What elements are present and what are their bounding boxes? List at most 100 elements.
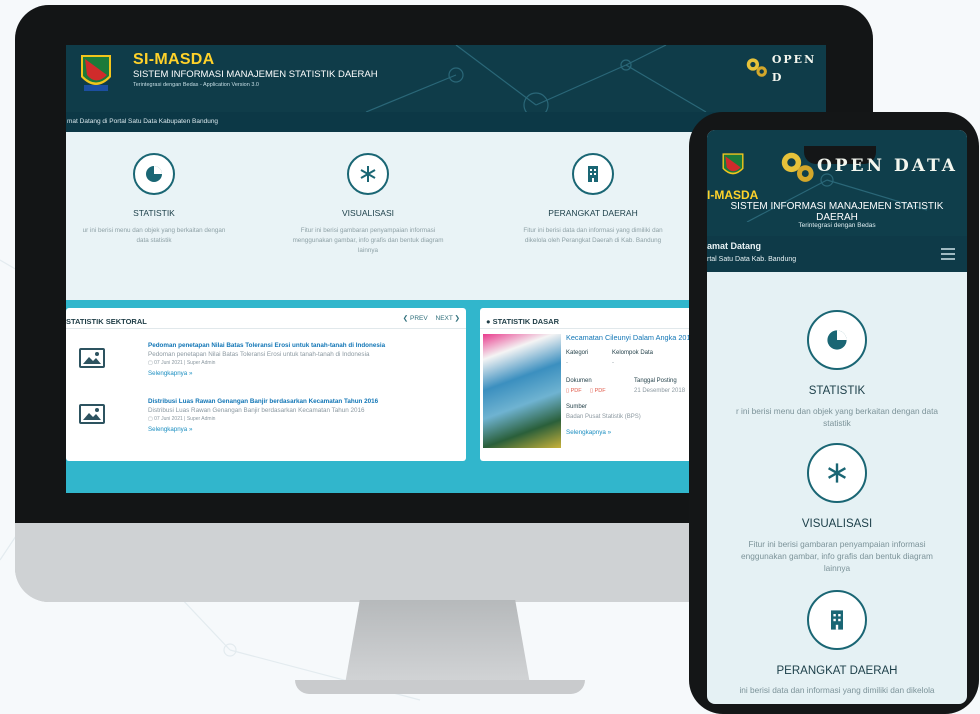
image-placeholder-icon [79, 404, 105, 424]
pdf-label: PDF [570, 388, 582, 394]
feature-description: r ini berisi menu dan objek yang berkait… [707, 405, 967, 429]
feature-description-line: enggunakan gambar, info grafis dan bentu… [741, 551, 933, 561]
mobile-screen: OPEN DATA I-MASDA SISTEM INFORMASI MANAJ… [707, 130, 967, 704]
feature-description: Fitur ini berisi data dan informasi yang… [493, 226, 693, 246]
feature-description-line: Fitur ini berisi data dan informasi yang… [523, 227, 663, 234]
sumber-value: Badan Pusat Statistik (BPS) [566, 414, 641, 420]
next-label: NEXT [435, 315, 453, 322]
pdf-label: PDF [594, 388, 606, 394]
mobile-feature-statistik[interactable]: STATISTIK r ini berisi menu dan objek ya… [707, 310, 967, 429]
feature-title: VISUALISASI [801, 518, 873, 530]
read-more-link[interactable]: Selengkapnya » [148, 370, 192, 377]
publication-title-link[interactable]: Kecamatan Cileunyi Dalam Angka 201 [566, 333, 691, 342]
site-tagline: Terintegrasi dengan Bedas - Application … [133, 82, 259, 88]
kabupaten-bandung-crest-icon [722, 153, 744, 175]
mobile-feature-visualisasi[interactable]: VISUALISASI Fitur ini berisi gambaran pe… [707, 443, 967, 574]
mobile-phone: OPEN DATA I-MASDA SISTEM INFORMASI MANAJ… [689, 112, 979, 714]
monitor-stand-neck [345, 600, 530, 684]
feature-description-line: statistik [823, 418, 851, 428]
article-title-link[interactable]: Pedoman penetapan Nilai Batas Toleransi … [148, 342, 385, 349]
article-meta-text: 07 Juni 2021 | Super Admin [154, 416, 216, 422]
feature-description-line: lainnya [358, 247, 378, 254]
open-data-wordmark: OPEN D [771, 53, 817, 84]
site-tagline: Terintegrasi dengan Bedas [707, 222, 967, 236]
read-more-link[interactable]: Selengkapnya » [148, 426, 192, 433]
feature-description: Fitur ini berisi gambaran penyampaian in… [707, 538, 967, 574]
welcome-subtitle: rtal Satu Data Kab. Bandung [707, 256, 797, 263]
globe-icon: ● [486, 317, 491, 326]
snowflake-icon [347, 153, 389, 195]
feature-title: STATISTIK [808, 385, 866, 397]
feature-description-line: data statistik [136, 237, 172, 244]
read-more-link[interactable]: Selengkapnya » [566, 429, 611, 436]
desktop-header: SI-MASDA SISTEM INFORMASI MANAJEMEN STAT… [66, 45, 826, 112]
feature-title: VISUALISASI [342, 208, 394, 218]
open-data-gear-icon [746, 58, 767, 77]
pdf-download-link[interactable]: ▯ PDF [566, 388, 582, 394]
prev-label: PREV [410, 315, 428, 322]
hamburger-menu-icon[interactable] [941, 248, 955, 260]
site-name: SI-MASDA [133, 51, 215, 68]
article-meta-text: 07 Juni 2021 | Super Admin [154, 360, 216, 366]
panel-title: ● STATISTIK DASAR [486, 317, 559, 326]
sumber-label: Sumber [566, 404, 588, 410]
building-icon [807, 590, 867, 650]
feature-visualisasi[interactable]: VISUALISASI Fitur ini berisi gambaran pe… [278, 153, 458, 256]
feature-description: ini berisi data dan informasi yang dimil… [739, 685, 935, 695]
feature-description-line: menggunakan gambar, info grafis dan bent… [292, 237, 444, 244]
kabupaten-bandung-crest-icon [81, 55, 111, 91]
feature-description-line: r ini berisi menu dan objek yang berkait… [735, 406, 939, 416]
pdf-download-link[interactable]: ▯ PDF [590, 388, 606, 394]
publication-cover-image [483, 334, 561, 448]
monitor-stand-base [295, 680, 585, 694]
feature-statistik[interactable]: STATISTIK ur ini berisi menu dan objek y… [66, 153, 244, 246]
mobile-header: OPEN DATA I-MASDA SISTEM INFORMASI MANAJ… [707, 130, 967, 222]
tanggal-value: 21 Desember 2018 [634, 388, 686, 394]
statistik-sektoral-panel: STATISTIK SEKTORAL ❮ PREV NEXT ❯ Pedoman… [66, 308, 466, 461]
feature-description: ur ini berisi menu dan objek yang berkai… [66, 226, 244, 246]
tanggal-label: Tanggal Posting [634, 378, 677, 384]
pie-chart-icon [807, 310, 867, 370]
kelompok-label: Kelompok Data [612, 350, 654, 356]
feature-description-line: lainnya [823, 563, 851, 573]
feature-description-line: ur ini berisi menu dan objek yang berkai… [82, 227, 226, 234]
snowflake-icon [807, 443, 867, 503]
panel-title-text: STATISTIK DASAR [492, 317, 560, 326]
kelompok-value: - [612, 360, 614, 366]
marketing-mockup: SI-MASDA SISTEM INFORMASI MANAJEMEN STAT… [0, 0, 980, 714]
image-placeholder-icon [79, 348, 105, 368]
feature-title: STATISTIK [133, 208, 175, 218]
site-name: I-MASDA [707, 188, 759, 202]
welcome-title: amat Datang [707, 241, 762, 251]
panel-title: STATISTIK SEKTORAL [66, 317, 147, 326]
kategori-label: Kategori [566, 350, 589, 356]
feature-perangkat-daerah[interactable]: PERANGKAT DAERAH Fitur ini berisi data d… [493, 153, 693, 246]
article-title-link[interactable]: Distribusi Luas Rawan Genangan Banjir be… [148, 398, 378, 405]
article-meta: ▢ 07 Juni 2021 | Super Admin [148, 360, 215, 366]
pie-chart-icon [133, 153, 175, 195]
site-subtitle: SISTEM INFORMASI MANAJEMEN STATISTIK DAE… [133, 69, 378, 80]
article-description: Distribusi Luas Rawan Genangan Banjir be… [148, 407, 365, 414]
pager: ❮ PREV NEXT ❯ [397, 314, 460, 322]
article-description: Pedoman penetapan Nilai Batas Toleransi … [148, 351, 370, 358]
open-data-logo: OPEN D [745, 50, 826, 86]
next-button[interactable]: NEXT ❯ [436, 315, 460, 322]
open-data-wordmark: OPEN DATA [817, 156, 958, 176]
feature-description-line: dikelola oleh Perangkat Daerah di Kab. B… [524, 237, 662, 244]
prev-button[interactable]: ❮ PREV [403, 315, 428, 322]
site-subtitle-line2: DAERAH [816, 212, 858, 222]
feature-description-line: Fitur ini berisi gambaran penyampaian in… [300, 227, 436, 234]
divider [66, 328, 466, 329]
feature-description: Fitur ini berisi gambaran penyampaian in… [278, 226, 458, 256]
dokumen-label: Dokumen [566, 378, 592, 384]
mobile-feature-perangkat-daerah[interactable]: PERANGKAT DAERAH ini berisi data dan inf… [707, 590, 967, 695]
open-data-gear-icon [781, 152, 814, 182]
article-meta: ▢ 07 Juni 2021 | Super Admin [148, 416, 215, 422]
site-subtitle: SISTEM INFORMASI MANAJEMEN STATISTIK [730, 201, 944, 212]
kategori-value: - [566, 360, 568, 366]
feature-title: PERANGKAT DAERAH [776, 665, 898, 677]
building-icon [572, 153, 614, 195]
feature-title: PERANGKAT DAERAH [548, 208, 638, 218]
feature-description-line: Fitur ini berisi gambaran penyampaian in… [748, 539, 926, 549]
mobile-welcome-bar: amat Datang rtal Satu Data Kab. Bandung [707, 236, 967, 272]
